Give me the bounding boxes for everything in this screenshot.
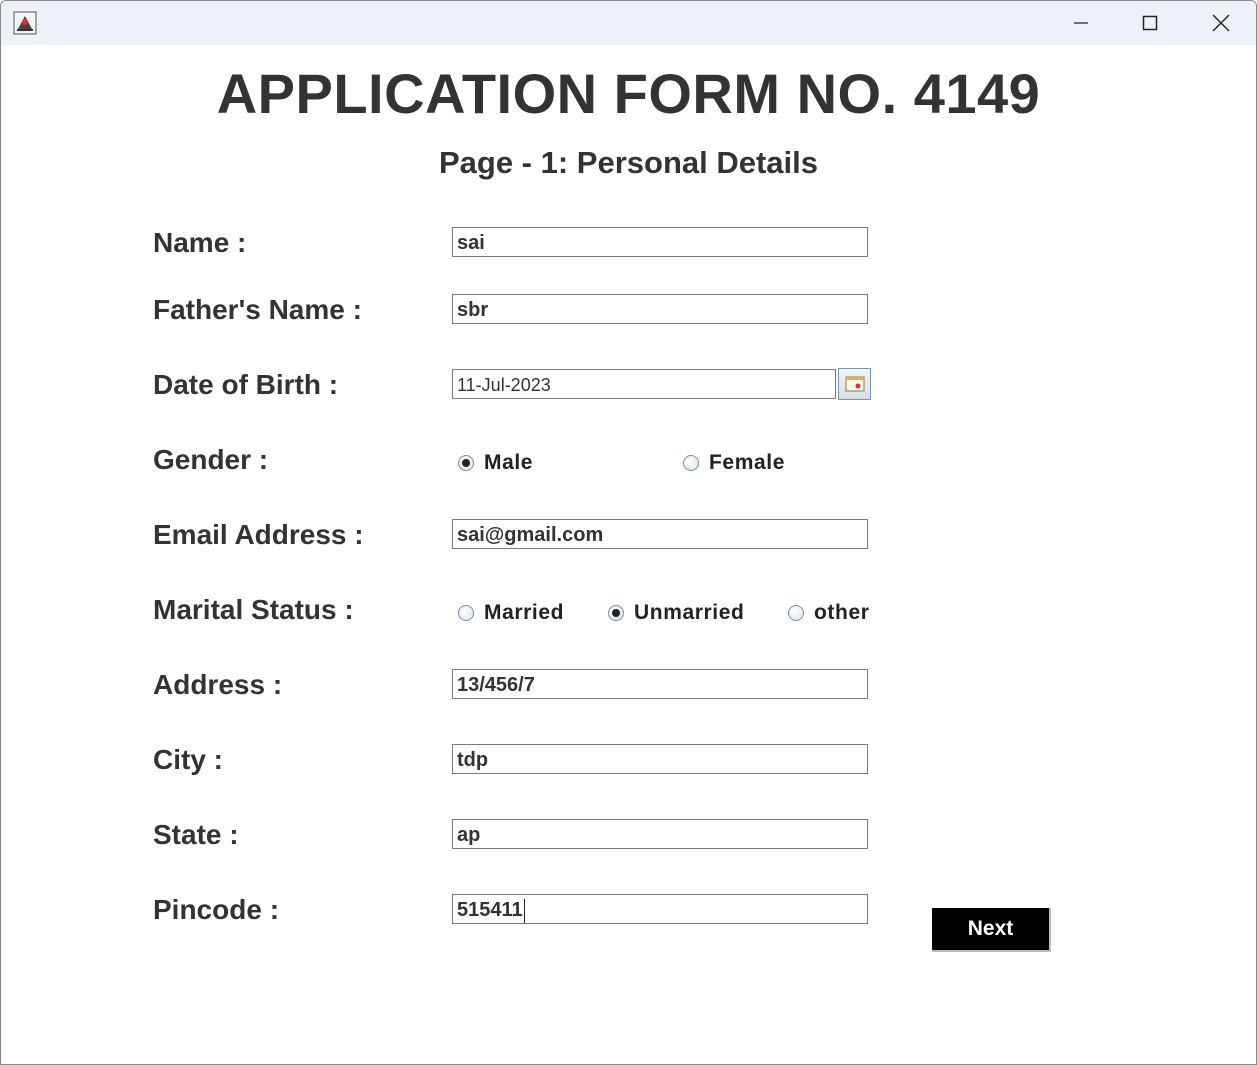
marital-status-label: Marital Status : <box>153 594 354 625</box>
gender-label: Gender : <box>153 444 269 475</box>
close-button[interactable] <box>1186 1 1256 45</box>
form-subtitle: Page - 1: Personal Details <box>438 145 819 180</box>
marital-other-radio[interactable]: other <box>788 601 870 625</box>
marital-other-label: other <box>814 601 870 624</box>
application-window: APPLICATION FORM NO. 4149 Page - 1: Pers… <box>0 0 1257 1065</box>
name-label: Name : <box>153 227 247 258</box>
address-input[interactable]: 13/456/7 <box>452 669 868 699</box>
state-input[interactable]: ap <box>452 819 868 849</box>
radio-unselected-indicator <box>683 455 699 471</box>
father-name-label: Father's Name : <box>153 294 362 325</box>
marital-unmarried-radio[interactable]: Unmarried <box>608 601 744 625</box>
calendar-icon <box>845 376 864 392</box>
dob-label: Date of Birth : <box>153 369 339 400</box>
title-bar <box>1 1 1256 45</box>
email-label: Email Address : <box>153 519 364 550</box>
dob-input[interactable]: 11-Jul-2023 <box>452 369 836 399</box>
pincode-input[interactable]: 515411 <box>452 894 868 924</box>
pincode-label: Pincode : <box>153 894 280 925</box>
maximize-icon <box>1142 15 1158 31</box>
radio-selected-indicator <box>608 605 624 621</box>
marital-unmarried-label: Unmarried <box>634 601 745 624</box>
form-title: APPLICATION FORM NO. 4149 <box>216 62 1041 125</box>
radio-unselected-indicator <box>458 605 474 621</box>
text-caret <box>523 898 525 923</box>
maximize-button[interactable] <box>1115 1 1185 45</box>
city-label: City : <box>153 744 223 775</box>
email-input[interactable]: sai@gmail.com <box>452 519 868 549</box>
minimize-button[interactable] <box>1046 1 1116 45</box>
minimize-icon <box>1074 22 1088 24</box>
gender-male-radio[interactable]: Male <box>458 451 533 475</box>
gender-female-radio[interactable]: Female <box>683 451 785 475</box>
close-icon <box>1212 14 1230 32</box>
pincode-value: 515411 <box>457 899 523 921</box>
address-label: Address : <box>153 669 283 700</box>
radio-selected-indicator <box>458 455 474 471</box>
state-label: State : <box>153 819 239 850</box>
java-app-icon[interactable] <box>13 11 37 35</box>
name-input[interactable]: sai <box>452 227 868 257</box>
gender-female-label: Female <box>709 451 785 474</box>
next-button[interactable]: Next <box>932 908 1051 952</box>
gender-male-label: Male <box>484 451 534 474</box>
city-input[interactable]: tdp <box>452 744 868 774</box>
date-picker-button[interactable] <box>838 368 871 400</box>
father-name-input[interactable]: sbr <box>452 294 868 324</box>
radio-unselected-indicator <box>788 605 804 621</box>
marital-married-radio[interactable]: Married <box>458 601 564 625</box>
marital-married-label: Married <box>484 601 565 624</box>
